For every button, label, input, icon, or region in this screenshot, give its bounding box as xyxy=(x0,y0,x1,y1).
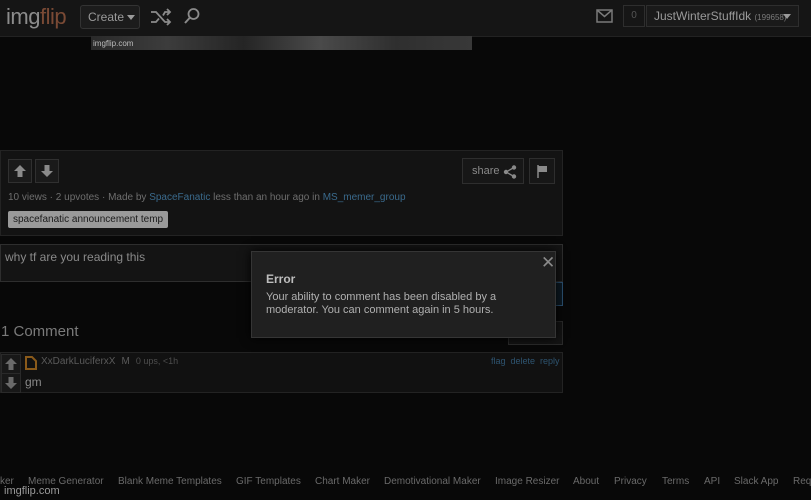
footer-link[interactable]: Slack App xyxy=(734,476,778,487)
image-watermark: imgflip.com xyxy=(93,39,134,48)
share-icon xyxy=(503,165,517,179)
dialog-title: Error xyxy=(266,272,296,286)
author-link[interactable]: SpaceFanatic xyxy=(149,192,210,203)
create-button-label: Create xyxy=(88,10,125,24)
top-nav-bar: imgflip Create 0 JustWinterStuffIdk (199… xyxy=(0,0,811,37)
avatar[interactable] xyxy=(25,356,37,370)
downvote-button[interactable] xyxy=(35,159,59,183)
dialog-message: Your ability to comment has been disable… xyxy=(266,291,497,316)
mail-icon[interactable] xyxy=(596,9,613,23)
comment-username[interactable]: XxDarkLuciferxX xyxy=(41,356,115,367)
comment-text: gm xyxy=(25,375,42,389)
search-icon[interactable] xyxy=(183,7,201,25)
create-button[interactable]: Create xyxy=(80,5,140,29)
chevron-down-icon xyxy=(783,14,791,19)
upvote-button[interactable] xyxy=(8,159,32,183)
logo-text-accent: flip xyxy=(39,4,67,29)
user-menu-button[interactable]: JustWinterStuffIdk (199658) xyxy=(646,5,799,27)
meme-image[interactable]: imgflip.com xyxy=(91,36,472,50)
upvote-count: 2 upvotes xyxy=(55,192,100,203)
in-label: in xyxy=(312,192,320,203)
footer-link[interactable]: Privacy xyxy=(614,476,647,487)
footer-link[interactable]: API xyxy=(704,476,720,487)
footer-links: ker Meme Generator Blank Meme Templates … xyxy=(0,476,811,490)
shuffle-icon[interactable] xyxy=(150,8,172,26)
user-points: (199658) xyxy=(754,13,787,22)
flag-icon xyxy=(537,165,547,178)
footer-link[interactable]: Chart Maker xyxy=(315,476,370,487)
footer-link[interactable]: Req xyxy=(793,476,811,487)
page-watermark: imgflip.com xyxy=(4,485,60,497)
close-icon[interactable]: ✕ xyxy=(541,254,555,271)
footer-link[interactable]: GIF Templates xyxy=(236,476,301,487)
share-button[interactable]: share xyxy=(462,158,524,184)
comment-downvote-button[interactable] xyxy=(1,373,21,393)
footer-link[interactable]: About xyxy=(573,476,599,487)
arrow-down-icon xyxy=(41,165,53,177)
footer-link[interactable]: Image Resizer xyxy=(495,476,559,487)
username: JustWinterStuffIdk xyxy=(654,9,752,23)
imgflip-logo[interactable]: imgflip xyxy=(6,4,67,30)
comment-actions: flag delete reply xyxy=(491,356,560,366)
arrow-up-icon xyxy=(14,165,26,177)
notification-count[interactable]: 0 xyxy=(623,5,645,27)
comment-header: XxDarkLuciferxX M 0 ups, <1h xyxy=(41,356,178,367)
footer-link[interactable]: Demotivational Maker xyxy=(384,476,481,487)
logo-text-main: img xyxy=(6,4,40,29)
post-time: less than an hour ago xyxy=(213,192,310,203)
flag-button[interactable] xyxy=(529,158,555,184)
comment-meta: 0 ups, <1h xyxy=(135,356,179,366)
comment-upvote-button[interactable] xyxy=(1,354,21,374)
footer-link[interactable]: Blank Meme Templates xyxy=(118,476,222,487)
comments-title: 1 Comment xyxy=(1,323,79,340)
error-dialog: ✕ Error Your ability to comment has been… xyxy=(251,251,556,338)
view-count: 10 views xyxy=(8,192,47,203)
comment-reply-link[interactable]: reply xyxy=(540,356,560,366)
made-by-label: Made by xyxy=(108,192,147,203)
comment-input-text: why tf are you reading this xyxy=(5,250,146,264)
post-meta: 10 views · 2 upvotes · Made by SpaceFana… xyxy=(8,192,406,203)
arrow-up-icon xyxy=(5,358,17,370)
share-label: share xyxy=(472,165,500,177)
comment-delete-link[interactable]: delete xyxy=(511,356,536,366)
arrow-down-icon xyxy=(5,377,17,389)
stream-link[interactable]: MS_memer_group xyxy=(323,192,406,203)
moderator-badge: M xyxy=(121,356,130,367)
post-tag[interactable]: spacefanatic announcement temp xyxy=(8,211,169,228)
footer-link[interactable]: Terms xyxy=(662,476,689,487)
chevron-down-icon xyxy=(127,15,136,21)
comment-flag-link[interactable]: flag xyxy=(491,356,506,366)
